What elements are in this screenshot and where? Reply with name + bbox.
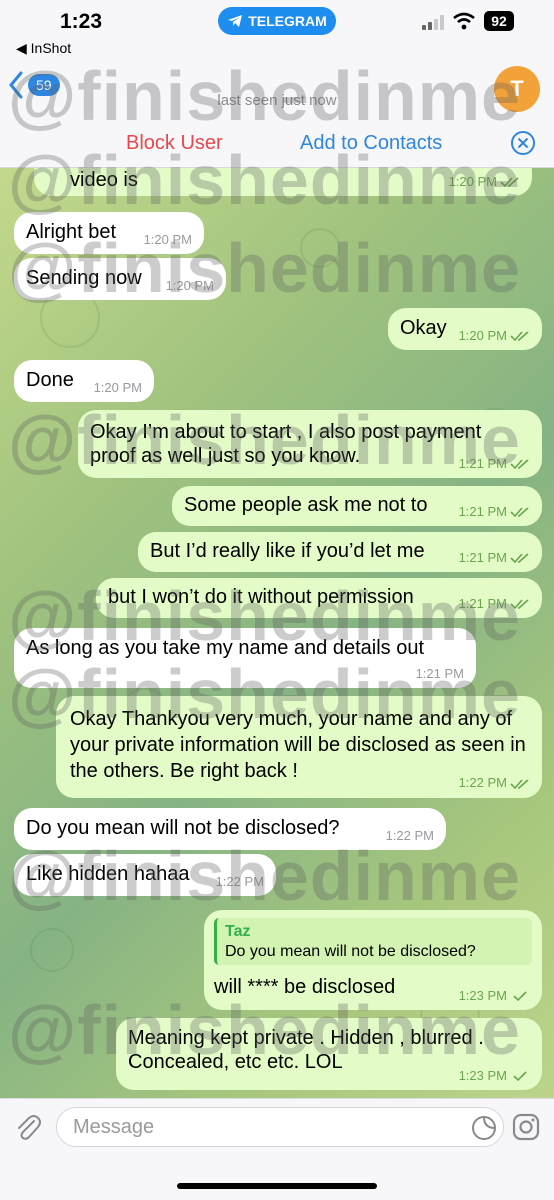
- double-check-icon: [510, 553, 529, 564]
- reply-quoted-text: Do you mean will not be disclosed?: [225, 942, 476, 960]
- chat-header: 59 last seen just now T: [0, 62, 554, 118]
- double-check-icon: [500, 177, 519, 188]
- message-meta: 1:20 PM: [459, 328, 530, 344]
- double-check-icon: [510, 331, 529, 342]
- telegram-icon: [228, 15, 243, 27]
- message-input[interactable]: [57, 1108, 437, 1146]
- instagram-icon[interactable]: [512, 1113, 540, 1141]
- message-meta: 1:20 PM: [449, 174, 520, 190]
- signal-icon: [422, 14, 444, 30]
- last-seen-status: last seen just now: [217, 92, 337, 109]
- message-outgoing-reply[interactable]: Taz Do you mean will not be disclosed? w…: [204, 910, 542, 1010]
- double-check-icon: [510, 507, 529, 518]
- message-time: 1:21 PM: [415, 666, 464, 682]
- message-time: 1:22 PM: [458, 775, 507, 791]
- message-field[interactable]: [56, 1107, 504, 1147]
- message-incoming[interactable]: As long as you take my name and details …: [14, 628, 476, 688]
- message-meta: 1:21 PM: [459, 596, 530, 612]
- message-time: 1:21 PM: [458, 596, 507, 612]
- message-time: 1:23 PM: [458, 988, 507, 1004]
- status-bar: 1:23 ◀ InShot TELEGRAM 92: [0, 0, 554, 62]
- home-indicator: [177, 1183, 377, 1189]
- avatar[interactable]: T: [494, 66, 540, 112]
- message-time: 1:21 PM: [458, 456, 507, 472]
- message-time: 1:22 PM: [385, 828, 434, 844]
- message-time: 1:20 PM: [165, 278, 214, 294]
- add-to-contacts-button[interactable]: Add to Contacts: [300, 132, 442, 155]
- message-incoming[interactable]: Like hidden hahaa 1:22 PM: [14, 854, 276, 896]
- single-check-icon: [513, 991, 527, 1002]
- block-user-button[interactable]: Block User: [126, 132, 223, 155]
- message-meta: 1:21 PM: [459, 550, 530, 566]
- message-time: 1:20 PM: [458, 328, 507, 344]
- back-to-app-link[interactable]: ◀ InShot: [16, 40, 71, 57]
- message-outgoing[interactable]: But I’d really like if you’d let me 1:21…: [138, 532, 542, 572]
- battery-indicator: 92: [484, 11, 514, 31]
- message-meta: 1:23 PM: [459, 988, 530, 1004]
- message-time: 1:21 PM: [458, 550, 507, 566]
- message-time: 1:20 PM: [448, 174, 497, 190]
- message-outgoing[interactable]: but I won’t do it without permission 1:2…: [96, 578, 542, 618]
- message-time: 1:20 PM: [143, 232, 192, 248]
- message-incoming[interactable]: Sending now 1:20 PM: [14, 258, 226, 300]
- message-meta: 1:23 PM: [459, 1068, 530, 1084]
- message-text: Do you mean will not be disclosed?: [26, 817, 340, 839]
- wifi-icon: [453, 12, 475, 30]
- message-text: Okay Thankyou very much, your name and a…: [70, 708, 526, 782]
- message-time: 1:21 PM: [458, 504, 507, 520]
- single-check-icon: [513, 1071, 527, 1082]
- reply-sender-name: Taz: [225, 923, 251, 940]
- message-input-bar: [0, 1098, 554, 1200]
- message-time: 1:22 PM: [215, 874, 264, 890]
- paperclip-icon[interactable]: [14, 1113, 42, 1143]
- message-outgoing[interactable]: Okay Thankyou very much, your name and a…: [56, 696, 542, 798]
- sticker-icon[interactable]: [471, 1115, 497, 1141]
- message-incoming[interactable]: Alright bet 1:20 PM: [14, 212, 204, 254]
- message-meta: 1:21 PM: [459, 504, 530, 520]
- message-outgoing[interactable]: Okay I’m about to start , I also post pa…: [78, 410, 542, 478]
- double-check-icon: [510, 599, 529, 610]
- message-incoming[interactable]: Done 1:20 PM: [14, 360, 154, 402]
- message-meta: 1:22 PM: [459, 775, 530, 792]
- message-meta: 1:21 PM: [459, 456, 530, 472]
- contact-actions-bar: Block User Add to Contacts: [0, 118, 554, 168]
- message-outgoing[interactable]: Okay 1:20 PM: [388, 308, 542, 350]
- chat-area[interactable]: video is 1:20 PM Alright bet 1:20 PM Sen…: [0, 168, 554, 1098]
- close-circle-icon[interactable]: [510, 130, 536, 156]
- message-incoming[interactable]: Do you mean will not be disclosed? 1:22 …: [14, 808, 446, 850]
- message-outgoing[interactable]: Some people ask me not to 1:21 PM: [172, 486, 542, 526]
- message-time: 1:23 PM: [458, 1068, 507, 1084]
- telegram-pill[interactable]: TELEGRAM: [218, 7, 336, 35]
- double-check-icon: [510, 459, 529, 470]
- message-outgoing[interactable]: Meaning kept private . Hidden , blurred …: [116, 1018, 542, 1090]
- telegram-pill-label: TELEGRAM: [248, 13, 327, 29]
- reply-quote[interactable]: Taz Do you mean will not be disclosed?: [214, 918, 532, 966]
- message-time: 1:20 PM: [93, 380, 142, 396]
- double-check-icon: [510, 778, 529, 789]
- message-outgoing[interactable]: video is 1:20 PM: [34, 168, 532, 196]
- status-time: 1:23: [60, 10, 103, 33]
- message-text: As long as you take my name and details …: [26, 637, 425, 659]
